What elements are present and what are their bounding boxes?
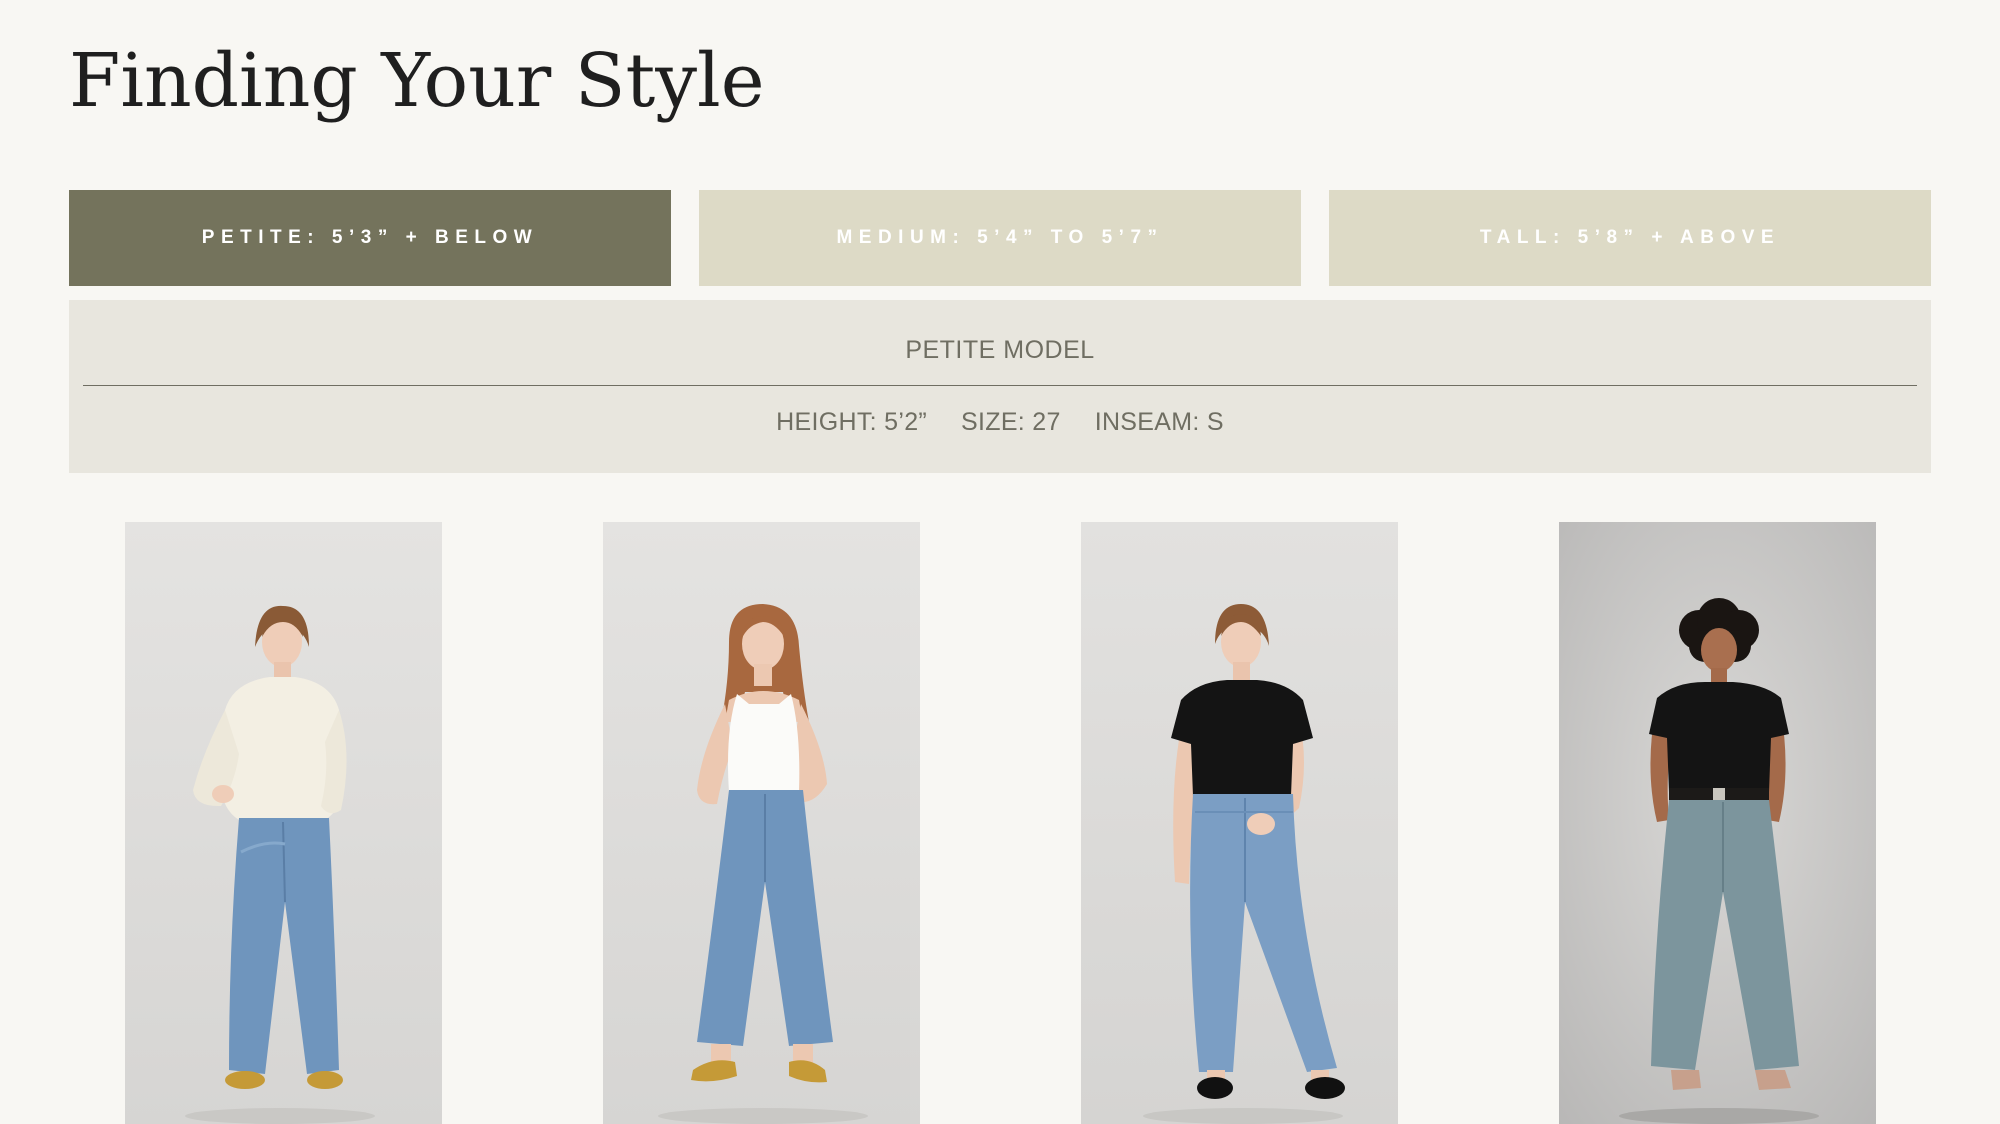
page-title: Finding Your Style xyxy=(69,38,765,124)
photo-gallery xyxy=(0,522,2000,1124)
model-inseam: INSEAM: S xyxy=(1094,408,1224,436)
model-photo-2-image xyxy=(603,522,920,1124)
model-photo-4-image xyxy=(1559,522,1876,1124)
tab-medium[interactable]: MEDIUM: 5’4” TO 5’7” xyxy=(699,190,1301,286)
tab-petite[interactable]: PETITE: 5’3” + BELOW xyxy=(69,190,671,286)
model-photo-4[interactable] xyxy=(1559,522,1876,1124)
model-photo-2[interactable] xyxy=(603,522,920,1124)
panel-heading: PETITE MODEL xyxy=(905,336,1095,364)
model-info-panel: PETITE MODEL HEIGHT: 5’2” SIZE: 27 INSEA… xyxy=(69,300,1931,473)
model-stats: HEIGHT: 5’2” SIZE: 27 INSEAM: S xyxy=(69,408,1931,437)
model-photo-3-image xyxy=(1081,522,1398,1124)
model-height: HEIGHT: 5’2” xyxy=(776,408,928,436)
panel-divider xyxy=(83,385,1917,386)
model-size: SIZE: 27 xyxy=(961,408,1061,436)
model-photo-3[interactable] xyxy=(1081,522,1398,1124)
page: Finding Your Style PETITE: 5’3” + BELOW … xyxy=(0,0,2000,1124)
model-photo-1-image xyxy=(125,522,442,1124)
tab-tall[interactable]: TALL: 5’8” + ABOVE xyxy=(1329,190,1931,286)
model-photo-1[interactable] xyxy=(125,522,442,1124)
height-tabs: PETITE: 5’3” + BELOW MEDIUM: 5’4” TO 5’7… xyxy=(69,190,1931,286)
